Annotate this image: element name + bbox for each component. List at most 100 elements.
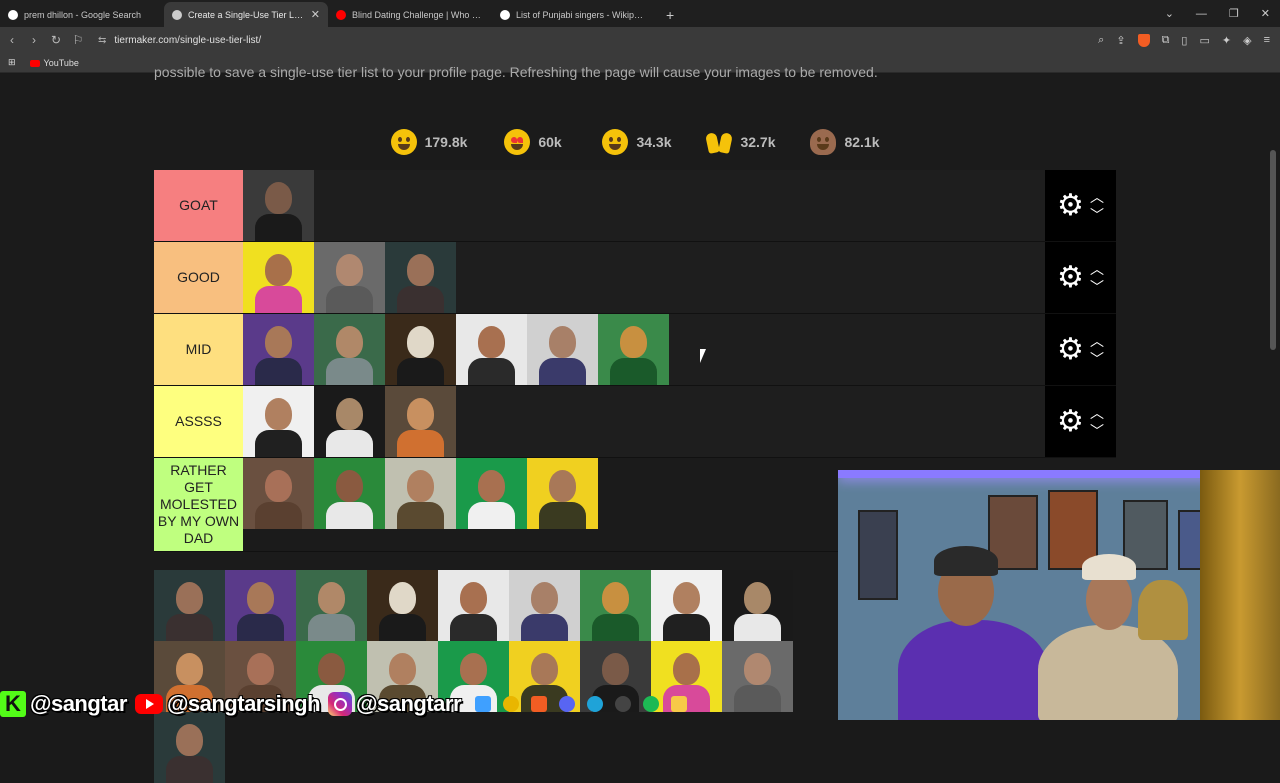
tier-item-image[interactable] xyxy=(314,458,385,529)
tier-label[interactable]: ASSSS xyxy=(154,386,243,457)
minimize-icon[interactable]: — xyxy=(1196,8,1207,20)
close-tab-icon[interactable]: ✕ xyxy=(311,8,320,21)
tier-item-image[interactable] xyxy=(314,314,385,385)
chevron-down-icon[interactable]: ﹀ xyxy=(1090,424,1104,438)
reaction-button[interactable]: 82.1k xyxy=(802,126,888,158)
tier-item-image[interactable] xyxy=(722,570,793,641)
tier-item-image[interactable] xyxy=(438,570,509,641)
extensions-icon[interactable]: ⧉ xyxy=(1162,34,1170,47)
tier-item-image[interactable] xyxy=(314,386,385,457)
reaction-button[interactable]: 179.8k xyxy=(386,126,472,158)
chrome-icon[interactable] xyxy=(503,695,520,712)
back-icon[interactable]: ‹ xyxy=(2,33,22,47)
tier-items[interactable] xyxy=(243,170,1045,241)
tier-item-image[interactable] xyxy=(598,314,669,385)
share-icon[interactable]: ⇪ xyxy=(1116,34,1125,47)
apps-icon[interactable]: ⊞ xyxy=(8,57,16,68)
reload-icon[interactable]: ↻ xyxy=(46,33,66,47)
site-info-icon[interactable]: ⇆ xyxy=(98,35,106,46)
browser-tab[interactable]: Blind Dating Challenge | Who Will Ki xyxy=(328,2,492,27)
tier-item-image[interactable] xyxy=(243,458,314,529)
tier-item-image[interactable] xyxy=(243,170,314,241)
brave-shield-icon[interactable] xyxy=(1137,33,1150,47)
reaction-button[interactable]: 32.7k xyxy=(698,126,784,158)
kick-icon: K xyxy=(0,690,26,717)
scrollbar-thumb[interactable] xyxy=(1270,150,1276,350)
chevron-down-icon[interactable]: ﹀ xyxy=(1090,208,1104,222)
browser-tab[interactable]: List of Punjabi singers - Wikipedia xyxy=(492,2,656,27)
brave-icon[interactable] xyxy=(531,695,548,712)
tier-item-image[interactable] xyxy=(385,458,456,529)
bookmark-youtube[interactable]: YouTube xyxy=(29,58,79,68)
reaction-bar: 179.8k 60k 34.3k 32.7k 82.1k xyxy=(386,126,888,158)
tier-item-image[interactable] xyxy=(385,314,456,385)
gear-icon[interactable]: ⚙ xyxy=(1057,190,1084,221)
tier-label[interactable]: GOOD xyxy=(154,242,243,313)
tier-item-image[interactable] xyxy=(243,314,314,385)
tier-items[interactable] xyxy=(243,242,1045,313)
tier-item-image[interactable] xyxy=(385,386,456,457)
tier-item-image[interactable] xyxy=(367,570,438,641)
wallet-icon[interactable]: ▭ xyxy=(1199,34,1209,47)
chevron-up-icon[interactable]: ︿ xyxy=(1090,262,1104,276)
reaction-button[interactable]: 34.3k xyxy=(594,126,680,158)
gear-icon[interactable]: ⚙ xyxy=(1057,406,1084,437)
tier-items[interactable] xyxy=(243,314,1045,385)
chevron-down-icon[interactable]: ⌄ xyxy=(1165,7,1174,20)
tier-label[interactable]: GOAT xyxy=(154,170,243,241)
tier-item-image[interactable] xyxy=(509,570,580,641)
url-field[interactable]: ⇆ tiermaker.com/single-use-tier-list/ xyxy=(98,29,1098,51)
tier-row: ASSSS ⚙ ︿ ﹀ xyxy=(154,386,1116,458)
tier-item-image[interactable] xyxy=(296,570,367,641)
discord-icon[interactable] xyxy=(559,695,576,712)
tier-item-image[interactable] xyxy=(154,570,225,641)
forward-icon[interactable]: › xyxy=(24,33,44,47)
tier-item-image[interactable] xyxy=(527,458,598,529)
tier-item-image[interactable] xyxy=(385,242,456,313)
obs-icon[interactable] xyxy=(615,695,632,712)
new-tab-button[interactable]: + xyxy=(656,2,684,27)
close-window-icon[interactable]: ✕ xyxy=(1261,7,1270,20)
restore-icon[interactable]: ❐ xyxy=(1229,7,1239,20)
gear-icon[interactable]: ⚙ xyxy=(1057,334,1084,365)
chevron-down-icon[interactable]: ﹀ xyxy=(1090,280,1104,294)
leo-icon[interactable]: ✦ xyxy=(1222,34,1231,47)
tier-controls: ⚙ ︿ ﹀ xyxy=(1045,386,1116,457)
sidebar-icon[interactable]: ▯ xyxy=(1181,34,1187,47)
tier-item-image[interactable] xyxy=(651,570,722,641)
reaction-button[interactable]: 60k xyxy=(490,126,576,158)
tier-item-image[interactable] xyxy=(243,242,314,313)
chevron-up-icon[interactable]: ︿ xyxy=(1090,406,1104,420)
chevron-up-icon[interactable]: ︿ xyxy=(1090,334,1104,348)
chevron-down-icon[interactable]: ﹀ xyxy=(1090,352,1104,366)
grin-emoji xyxy=(390,129,417,155)
edge-icon[interactable] xyxy=(587,695,604,712)
file-explorer-icon[interactable] xyxy=(671,695,688,712)
gear-icon[interactable]: ⚙ xyxy=(1057,262,1084,293)
browser-tab[interactable]: Create a Single-Use Tier List (Pri ✕ xyxy=(164,2,328,27)
browser-tab[interactable]: prem dhillon - Google Search xyxy=(0,2,164,27)
tier-label[interactable]: MID xyxy=(154,314,243,385)
tier-item-image[interactable] xyxy=(314,242,385,313)
tier-item-image[interactable] xyxy=(527,314,598,385)
zoom-icon[interactable]: ⌕ xyxy=(1098,34,1104,47)
tier-label[interactable]: RATHER GET MOLESTED BY MY OWN DAD xyxy=(154,458,243,551)
vpn-icon[interactable]: ◈ xyxy=(1243,34,1251,47)
tier-item-image[interactable] xyxy=(580,570,651,641)
tier-item-image[interactable] xyxy=(154,712,225,783)
tier-item-image[interactable] xyxy=(456,314,527,385)
tier-item-image[interactable] xyxy=(225,570,296,641)
youtube-handle: @sangtarsingh xyxy=(166,690,321,716)
tier-item-image[interactable] xyxy=(456,458,527,529)
bookmark-icon[interactable]: ⚐ xyxy=(68,33,88,47)
windows-start-icon[interactable] xyxy=(475,695,492,712)
spotify-icon[interactable] xyxy=(643,695,660,712)
unranked-pool xyxy=(154,570,838,783)
tier-items[interactable] xyxy=(243,386,1045,457)
menu-icon[interactable]: ≡ xyxy=(1264,34,1270,46)
webcam-overlay xyxy=(838,470,1280,720)
chevron-up-icon[interactable]: ︿ xyxy=(1090,190,1104,204)
tier-item-image[interactable] xyxy=(243,386,314,457)
tier-item-image[interactable] xyxy=(722,641,793,712)
instagram-icon xyxy=(328,691,353,716)
